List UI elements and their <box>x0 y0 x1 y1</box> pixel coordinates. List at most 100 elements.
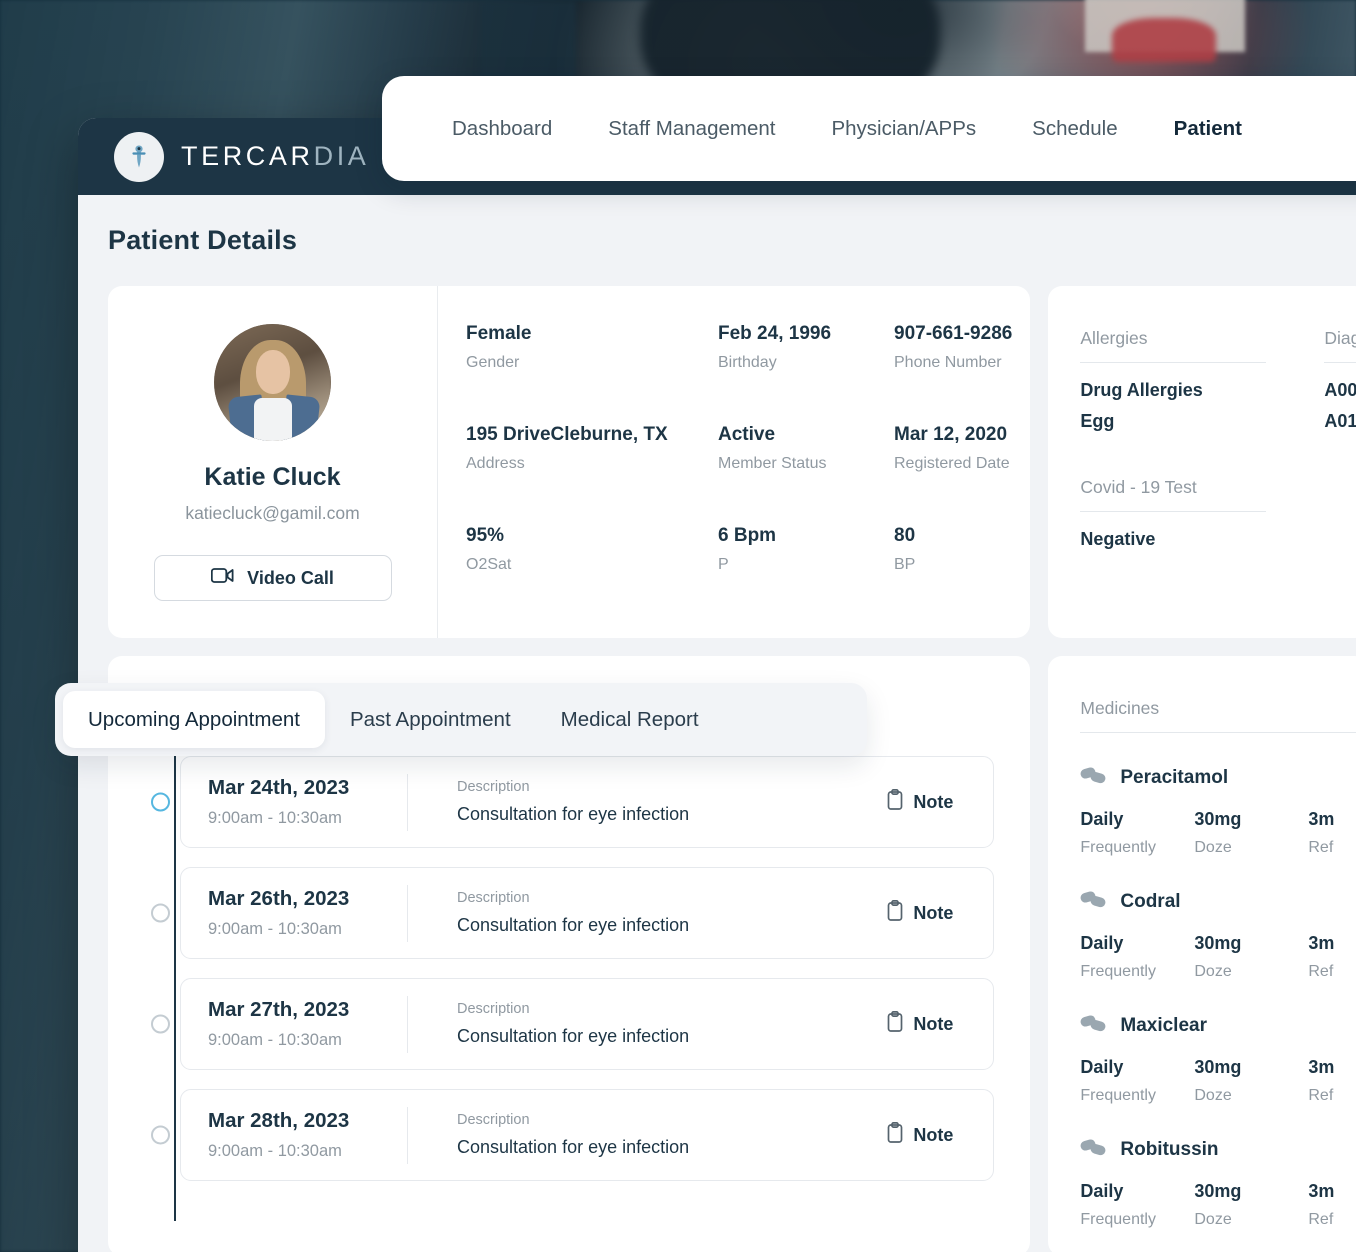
appointment-row: Mar 27th, 2023 9:00am - 10:30am Descriptio… <box>151 978 995 1070</box>
clipboard-icon <box>886 900 904 926</box>
patient-field: Mar 12, 2020 Registered Date <box>894 424 1030 473</box>
timeline-dot <box>151 1125 170 1145</box>
description-label: Description <box>457 779 530 795</box>
appointment-description-block: Description Consultation for eye infectio… <box>408 890 886 936</box>
patient-field: 6 Bpm P <box>718 525 894 574</box>
avatar <box>214 324 331 441</box>
appointment-date: Mar 28th, 2023 <box>208 1109 350 1132</box>
medicines-card: Medicines Peracitamol Daily Frequently 30mg… <box>1048 656 1356 1252</box>
timeline-rail <box>174 748 176 1221</box>
medicine-name-row: Robitussin <box>1080 1138 1356 1162</box>
patient-field-value: 95% <box>466 524 505 546</box>
appointment-card[interactable]: Mar 26th, 2023 9:00am - 10:30am Descriptio… <box>180 867 995 959</box>
appointment-date-block: Mar 26th, 2023 9:00am - 10:30am <box>181 887 407 939</box>
medicine-stats: Daily Frequently 30mg Doze 3m Ref <box>1080 933 1356 981</box>
appointment-card[interactable]: Mar 24th, 2023 9:00am - 10:30am Descriptio… <box>180 756 995 848</box>
patient-field-value: Female <box>466 323 532 344</box>
appointment-row: Mar 24th, 2023 9:00am - 10:30am Descriptio… <box>151 756 995 848</box>
note-button[interactable]: Note <box>886 1011 993 1037</box>
timeline-dot <box>151 792 170 812</box>
medicine-dose: 30mg Doze <box>1194 1057 1308 1105</box>
medicine-dose: 30mg Doze <box>1194 933 1308 981</box>
appointment-card[interactable]: Mar 28th, 2023 9:00am - 10:30am Descriptio… <box>180 1089 995 1181</box>
medicine-refill: 3m Ref <box>1308 1181 1356 1229</box>
patient-field-value: 195 DriveCleburne, TX <box>466 423 668 445</box>
patient-field: Active Member Status <box>718 423 894 473</box>
medicine-dose-label: Doze <box>1194 839 1232 856</box>
medicine-name: Peracitamol <box>1120 767 1229 788</box>
pill-capsule-icon <box>1080 1138 1106 1162</box>
nav-item-physician-apps[interactable]: Physician/APPs <box>803 117 1004 141</box>
screenshot-root: TERCARDIA Patient Details Katie Cluck ka… <box>0 0 1356 1252</box>
appointment-date: Mar 26th, 2023 <box>208 887 350 910</box>
pill-capsule-icon <box>1080 890 1106 914</box>
patient-summary-card: Katie Cluck katiecluck@gamil.com Video C… <box>108 286 1031 638</box>
allergies-heading: Allergies <box>1080 328 1267 363</box>
appointment-time: 9:00am - 10:30am <box>208 809 342 827</box>
note-button[interactable]: Note <box>886 900 993 926</box>
note-button[interactable]: Note <box>886 789 993 815</box>
medicines-list: Peracitamol Daily Frequently 30mg Doze 3m Ref C… <box>1080 766 1356 1229</box>
patient-field: Feb 24, 1996 Birthday <box>718 323 894 372</box>
medicine-dose-value: 30mg <box>1194 809 1242 829</box>
brand-name: TERCARDIA <box>181 141 369 172</box>
diagnosis-heading: Diagnosis <box>1324 328 1356 363</box>
diagnosis-column: Diagnosis A00 A01 <box>1324 328 1356 550</box>
covid-test-block: Covid - 19 Test Negative <box>1080 477 1267 550</box>
patient-name: Katie Cluck <box>204 463 341 491</box>
description-label: Description <box>457 890 530 906</box>
patient-field: 907-661-9286 Phone Number <box>894 323 1030 372</box>
video-call-label: Video Call <box>247 567 334 588</box>
appointments-list: Mar 24th, 2023 9:00am - 10:30am Descriptio… <box>151 756 995 1181</box>
appointment-row: Mar 28th, 2023 9:00am - 10:30am Descriptio… <box>151 1089 995 1181</box>
medicine-frequency: Daily Frequently <box>1080 1181 1194 1229</box>
patient-fields-panel: Female Gender Feb 24, 1996 Birthday 907-661-… <box>438 286 1030 638</box>
appointment-card[interactable]: Mar 27th, 2023 9:00am - 10:30am Descriptio… <box>180 978 995 1070</box>
note-button[interactable]: Note <box>886 1122 993 1148</box>
medicine-refill-label: Ref <box>1308 963 1334 980</box>
patient-field-value: 907-661-9286 <box>894 323 1013 344</box>
appointment-description-block: Description Consultation for eye infectio… <box>408 1001 886 1047</box>
diagnosis-code: A01 <box>1324 411 1356 431</box>
patient-field-label: O2Sat <box>466 555 512 573</box>
medicine-refill-label: Ref <box>1308 1211 1334 1228</box>
tab-past-appointment[interactable]: Past Appointment <box>325 691 536 748</box>
diagnosis-code: A00 <box>1324 380 1356 400</box>
patient-field-grid: Female Gender Feb 24, 1996 Birthday 907-661-… <box>466 323 1030 574</box>
medicine-item: Codral Daily Frequently 30mg Doze 3m Ref <box>1080 890 1356 981</box>
medicine-name-row: Peracitamol <box>1080 766 1356 790</box>
description-label: Description <box>457 1112 530 1128</box>
note-label: Note <box>913 902 954 923</box>
brand-logo[interactable]: TERCARDIA <box>114 131 369 182</box>
medicines-heading: Medicines <box>1080 698 1356 733</box>
description-label: Description <box>457 1001 530 1017</box>
nav-item-staff-management[interactable]: Staff Management <box>580 117 803 141</box>
timeline-dot <box>151 1014 170 1034</box>
medicine-stats: Daily Frequently 30mg Doze 3m Ref <box>1080 809 1356 857</box>
medicine-refill-value: 3m <box>1308 1181 1335 1201</box>
medicine-frequency-value: Daily <box>1080 1181 1124 1201</box>
nav-item-dashboard[interactable]: Dashboard <box>424 117 580 141</box>
medicine-name: Codral <box>1120 891 1181 912</box>
medicine-refill-label: Ref <box>1308 839 1334 856</box>
medicine-frequency-value: Daily <box>1080 933 1124 953</box>
allergies-card: Allergies Drug Allergies Egg Covid - 19 … <box>1048 286 1356 638</box>
main-navigation: Dashboard Staff Management Physician/APPs S… <box>382 76 1356 181</box>
appointments-timeline: Mar 24th, 2023 9:00am - 10:30am Descriptio… <box>108 748 1030 1221</box>
medicine-dose-value: 30mg <box>1194 1057 1242 1077</box>
nav-item-patient[interactable]: Patient <box>1146 117 1270 141</box>
video-call-button[interactable]: Video Call <box>153 555 392 601</box>
medicine-frequency: Daily Frequently <box>1080 933 1194 981</box>
allergy-value: Drug Allergies <box>1080 380 1203 400</box>
medicine-dose-label: Doze <box>1194 1087 1232 1104</box>
patient-field-value: Active <box>718 423 776 445</box>
medicine-frequency-label: Frequently <box>1080 963 1156 980</box>
tab-upcoming-appointment[interactable]: Upcoming Appointment <box>63 691 325 748</box>
appointment-row: Mar 26th, 2023 9:00am - 10:30am Descriptio… <box>151 867 995 959</box>
video-camera-icon <box>211 567 234 589</box>
nav-item-schedule[interactable]: Schedule <box>1004 117 1145 141</box>
medicine-stats: Daily Frequently 30mg Doze 3m Ref <box>1080 1181 1356 1229</box>
tab-medical-report[interactable]: Medical Report <box>536 691 724 748</box>
patient-field-label: BP <box>894 555 916 573</box>
medicine-refill: 3m Ref <box>1308 933 1356 981</box>
